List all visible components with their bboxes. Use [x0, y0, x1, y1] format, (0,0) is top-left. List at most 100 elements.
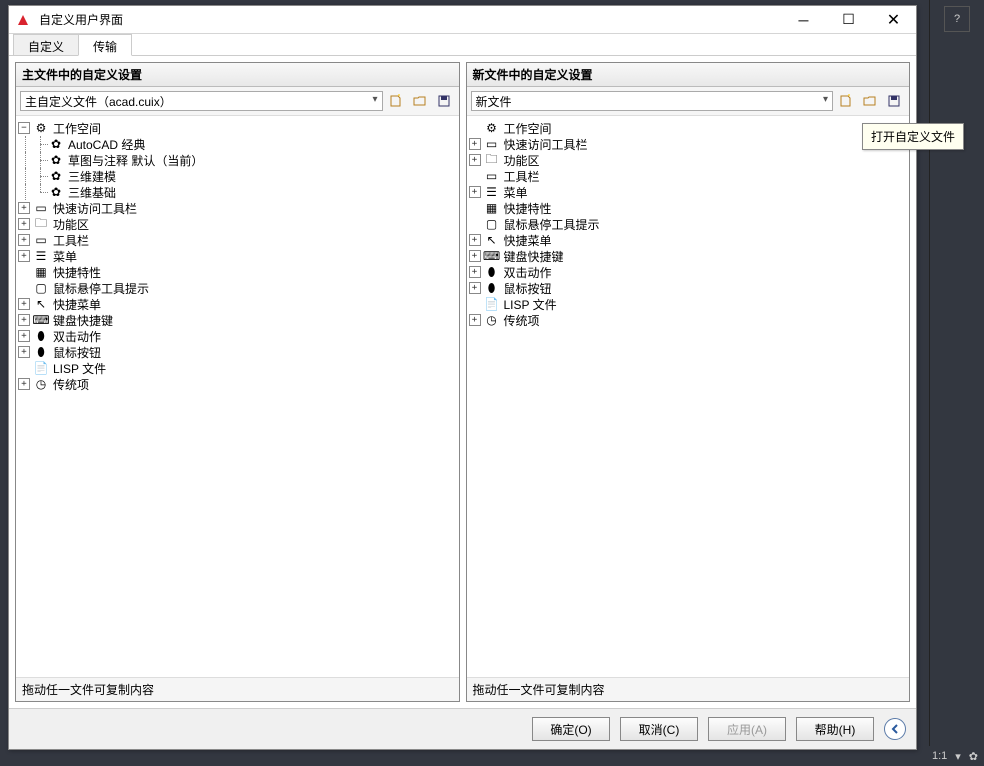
tree-menus[interactable]: 菜单 — [502, 184, 530, 201]
expand-icon[interactable]: + — [18, 218, 30, 230]
background-app-right-panel: ? — [929, 0, 984, 746]
tab-transfer[interactable]: 传输 — [78, 34, 132, 56]
tree-keyboard[interactable]: 键盘快捷键 — [502, 248, 566, 265]
content-area: 主文件中的自定义设置 主自定义文件（acad.cuix） −⚙工作空间 ✿Aut… — [9, 56, 916, 708]
expand-icon[interactable]: + — [18, 202, 30, 214]
expand-icon[interactable]: + — [469, 186, 481, 198]
tree-legacy[interactable]: 传统项 — [502, 312, 542, 329]
cui-dialog: 自定义用户界面 ─ ☐ ✕ 自定义 传输 主文件中的自定义设置 主自定义文件（a… — [8, 5, 917, 750]
status-dropdown-icon: ▾ — [955, 750, 961, 763]
open-file-icon[interactable] — [859, 90, 881, 112]
gear-icon: ✿ — [48, 168, 64, 184]
new-file-icon[interactable] — [835, 90, 857, 112]
expand-icon[interactable]: + — [18, 378, 30, 390]
grid-icon: ▦ — [33, 264, 49, 280]
expand-icon[interactable]: + — [18, 346, 30, 358]
tree-ws-sketch[interactable]: 草图与注释 默认（当前） — [66, 152, 205, 169]
tree-quickaccess[interactable]: 快速访问工具栏 — [51, 200, 139, 217]
expand-icon[interactable]: + — [18, 298, 30, 310]
tree-ribbon[interactable]: 功能区 — [51, 216, 91, 233]
tree-ws-3dmodel[interactable]: 三维建模 — [66, 168, 118, 185]
maximize-button[interactable]: ☐ — [826, 6, 871, 34]
right-panel-header: 新文件中的自定义设置 — [467, 63, 910, 87]
clock-icon: ◷ — [484, 312, 500, 328]
save-file-icon[interactable] — [883, 90, 905, 112]
cursor-icon: ↖ — [484, 232, 500, 248]
tree-rollover[interactable]: 鼠标悬停工具提示 — [502, 216, 602, 233]
new-file-icon[interactable] — [385, 90, 407, 112]
open-file-icon[interactable] — [409, 90, 431, 112]
tree-ws-autocad[interactable]: AutoCAD 经典 — [66, 136, 147, 153]
tree-doubleclick[interactable]: 双击动作 — [502, 264, 554, 281]
gear-icon: ✿ — [969, 750, 978, 763]
expand-icon[interactable]: + — [18, 314, 30, 326]
minimize-button[interactable]: ─ — [781, 6, 826, 34]
toolbar-icon: ▭ — [33, 232, 49, 248]
tree-toolbars[interactable]: 工具栏 — [51, 232, 91, 249]
tree-doubleclick[interactable]: 双击动作 — [51, 328, 103, 345]
gear-group-icon: ⚙ — [484, 120, 500, 136]
tree-ribbon[interactable]: 功能区 — [502, 152, 542, 169]
apply-button[interactable]: 应用(A) — [708, 717, 786, 741]
left-tree[interactable]: −⚙工作空间 ✿AutoCAD 经典 ✿草图与注释 默认（当前） ✿三维建模 ✿… — [16, 116, 459, 677]
titlebar[interactable]: 自定义用户界面 ─ ☐ ✕ — [9, 6, 916, 34]
right-file-combo[interactable]: 新文件 — [471, 91, 834, 111]
expand-icon[interactable]: + — [469, 234, 481, 246]
tree-shortcutmenus[interactable]: 快捷菜单 — [502, 232, 554, 249]
tree-workspace[interactable]: 工作空间 — [502, 120, 554, 137]
tree-properties[interactable]: 快捷特性 — [51, 264, 103, 281]
tooltip: 打开自定义文件 — [862, 123, 964, 150]
gear-group-icon: ⚙ — [33, 120, 49, 136]
left-toolbar: 主自定义文件（acad.cuix） — [16, 87, 459, 116]
cursor-icon: ↖ — [33, 296, 49, 312]
expand-icon[interactable]: + — [18, 250, 30, 262]
tree-mousebuttons[interactable]: 鼠标按钮 — [51, 344, 103, 361]
tree-toolbars[interactable]: 工具栏 — [502, 168, 542, 185]
cancel-button[interactable]: 取消(C) — [620, 717, 698, 741]
gear-icon: ✿ — [48, 184, 64, 200]
tree-rollover[interactable]: 鼠标悬停工具提示 — [51, 280, 151, 297]
expand-icon[interactable]: + — [469, 138, 481, 150]
expand-icon[interactable]: + — [469, 250, 481, 262]
expand-panel-button[interactable] — [884, 718, 906, 740]
tree-ws-3dbasic[interactable]: 三维基础 — [66, 184, 118, 201]
expand-icon[interactable]: + — [18, 234, 30, 246]
tree-legacy[interactable]: 传统项 — [51, 376, 91, 393]
save-file-icon[interactable] — [433, 90, 455, 112]
tree-lisp[interactable]: LISP 文件 — [502, 296, 559, 313]
mouse-icon: ⬮ — [484, 264, 500, 280]
gear-icon: ✿ — [48, 152, 64, 168]
right-panel: 新文件中的自定义设置 新文件 ⚙工作空间 +▭快速访问工具栏 +🗀功能区 ▭工具… — [466, 62, 911, 702]
tree-properties[interactable]: 快捷特性 — [502, 200, 554, 217]
status-ratio: 1:1 — [932, 750, 947, 762]
right-toolbar: 新文件 — [467, 87, 910, 116]
right-tree[interactable]: ⚙工作空间 +▭快速访问工具栏 +🗀功能区 ▭工具栏 +☰菜单 ▦快捷特性 ▢鼠… — [467, 116, 910, 677]
help-button[interactable]: 帮助(H) — [796, 717, 874, 741]
expand-icon[interactable]: + — [469, 314, 481, 326]
tree-mousebuttons[interactable]: 鼠标按钮 — [502, 280, 554, 297]
toolbar-icon: ▭ — [484, 168, 500, 184]
mouse-icon: ⬮ — [484, 280, 500, 296]
folder-icon: 🗀 — [33, 216, 49, 232]
tree-quickaccess[interactable]: 快速访问工具栏 — [502, 136, 590, 153]
collapse-icon[interactable]: − — [18, 122, 30, 134]
expand-icon[interactable]: + — [18, 330, 30, 342]
tree-menus[interactable]: 菜单 — [51, 248, 79, 265]
ok-button[interactable]: 确定(O) — [532, 717, 610, 741]
close-button[interactable]: ✕ — [871, 6, 916, 34]
tree-keyboard[interactable]: 键盘快捷键 — [51, 312, 115, 329]
tree-lisp[interactable]: LISP 文件 — [51, 360, 108, 377]
tooltip-icon: ▢ — [33, 280, 49, 296]
lisp-icon: 📄 — [33, 360, 49, 376]
expand-icon[interactable]: + — [469, 154, 481, 166]
expand-icon[interactable]: + — [469, 282, 481, 294]
tree-workspace[interactable]: 工作空间 — [51, 120, 103, 137]
expand-icon[interactable]: + — [469, 266, 481, 278]
tree-shortcutmenus[interactable]: 快捷菜单 — [51, 296, 103, 313]
button-bar: 确定(O) 取消(C) 应用(A) 帮助(H) — [9, 708, 916, 749]
keyboard-icon: ⌨ — [484, 248, 500, 264]
tab-customize[interactable]: 自定义 — [13, 34, 79, 55]
left-file-combo[interactable]: 主自定义文件（acad.cuix） — [20, 91, 383, 111]
grid-icon: ▦ — [484, 200, 500, 216]
menu-icon: ☰ — [484, 184, 500, 200]
